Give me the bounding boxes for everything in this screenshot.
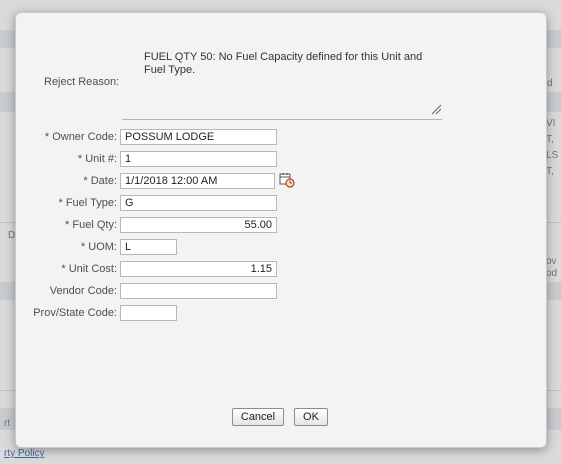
cancel-button[interactable]: Cancel <box>232 408 284 426</box>
resize-grip-icon[interactable] <box>430 103 442 115</box>
ok-button[interactable]: OK <box>294 408 328 426</box>
fuel-qty-label: * Fuel Qty: <box>65 219 117 231</box>
reject-reason-dialog: Reject Reason: FUEL QTY 50: No Fuel Capa… <box>15 12 547 448</box>
calendar-clock-icon[interactable] <box>279 172 295 188</box>
fuel-qty-field[interactable] <box>120 217 277 233</box>
fuel-type-label: * Fuel Type: <box>58 197 117 209</box>
vendor-code-label: Vendor Code: <box>49 285 117 297</box>
date-field[interactable] <box>120 173 275 189</box>
reject-reason-divider <box>122 119 442 120</box>
uom-field[interactable] <box>120 239 177 255</box>
unit-number-field[interactable] <box>120 151 277 167</box>
unit-cost-field[interactable] <box>120 261 277 277</box>
prov-state-code-field[interactable] <box>120 305 177 321</box>
vendor-code-field[interactable] <box>120 283 277 299</box>
reject-reason-text: FUEL QTY 50: No Fuel Capacity defined fo… <box>144 51 423 76</box>
reject-reason-label: Reject Reason: <box>44 76 120 88</box>
unit-cost-label: * Unit Cost: <box>61 263 117 275</box>
date-label: * Date: <box>83 175 117 187</box>
uom-label: * UOM: <box>80 241 117 253</box>
unit-number-label: * Unit #: <box>77 153 117 165</box>
fuel-type-field[interactable] <box>120 195 277 211</box>
owner-code-field[interactable] <box>120 129 277 145</box>
owner-code-label: * Owner Code: <box>44 131 117 143</box>
prov-state-code-label: Prov/State Code: <box>33 307 117 319</box>
